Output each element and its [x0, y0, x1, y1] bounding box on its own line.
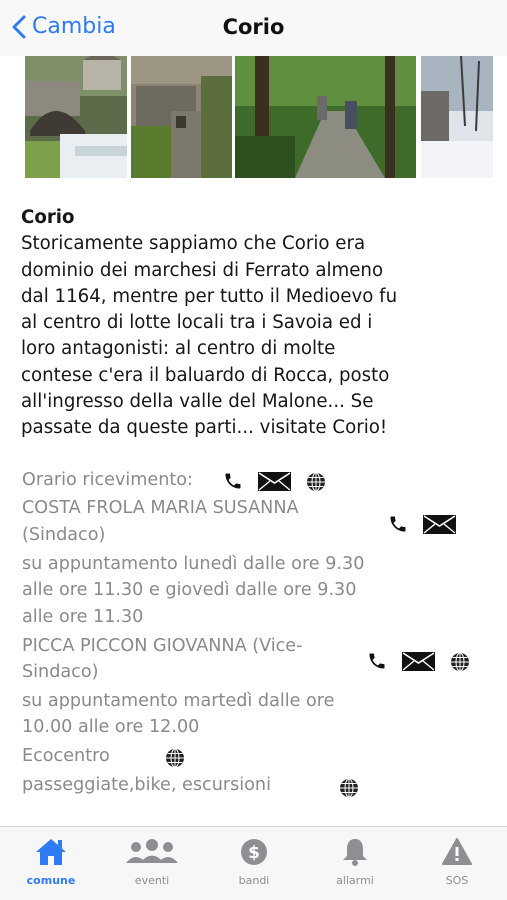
mail-icon[interactable]	[423, 515, 456, 534]
description-line: all'ingresso della valle del Malone... S…	[21, 391, 374, 413]
tab-label: bandi	[238, 874, 270, 887]
ecocentro-label: Ecocentro	[22, 746, 110, 766]
vice-sindaco-hours: su appuntamento martedì dalle ore	[22, 691, 335, 711]
description-line: Storicamente sappiamo che Corio era	[21, 233, 366, 255]
tab-comune[interactable]: comune	[6, 837, 96, 887]
description-line: passate da queste parti... visitate Cori…	[21, 417, 388, 439]
phone-icon[interactable]	[367, 651, 387, 671]
mail-icon[interactable]	[258, 472, 291, 491]
people-icon	[126, 839, 178, 863]
globe-icon[interactable]	[306, 472, 326, 492]
description-line: contese c'era il baluardo di Rocca, post…	[21, 364, 390, 386]
dollar-icon: $	[241, 839, 267, 865]
sindaco-name: COSTA FROLA MARIA SUSANNA	[22, 498, 299, 518]
description: Corio Storicamente sappiamo che Corio er…	[21, 205, 491, 442]
tab-label: SOS	[445, 874, 469, 887]
phone-icon[interactable]	[223, 471, 243, 491]
tab-allarmi[interactable]: allarmi	[310, 837, 400, 887]
description-line: loro antagonisti: al centro di molte	[21, 338, 336, 360]
sindaco-hours: alle ore 11.30 e giovedì dalle ore 9.30	[22, 580, 357, 600]
tab-bar: comune eventi $ bandi allarmi SOS	[0, 826, 507, 900]
mail-icon[interactable]	[402, 652, 435, 671]
vice-sindaco-hours: 10.00 alle ore 12.00	[22, 717, 200, 737]
svg-text:$: $	[248, 843, 260, 863]
photo-waterfall-bridge[interactable]	[25, 56, 127, 178]
tab-sos[interactable]: SOS	[412, 837, 502, 887]
tab-eventi[interactable]: eventi	[107, 837, 197, 887]
photo-gallery[interactable]	[25, 56, 507, 178]
tab-bandi[interactable]: $ bandi	[209, 837, 299, 887]
passeggiate-label: passeggiate,bike, escursioni	[22, 775, 271, 795]
description-title: Corio	[21, 207, 75, 228]
sindaco-role: (Sindaco)	[22, 525, 106, 545]
description-line: al centro di lotte locali tra i Savoia e…	[21, 312, 373, 334]
photo-snowy-village[interactable]	[421, 56, 493, 178]
sindaco-hours: alle ore 11.30	[22, 607, 144, 627]
globe-icon[interactable]	[165, 748, 185, 768]
description-line: dominio dei marchesi di Ferrato almeno	[21, 259, 384, 281]
photo-forest-trail[interactable]	[235, 56, 416, 178]
tab-label: eventi	[134, 874, 170, 887]
globe-icon[interactable]	[339, 778, 359, 798]
sindaco-hours: su appuntamento lunedì dalle ore 9.30	[22, 554, 365, 574]
description-line: dal 1164, mentre per tutto il Medioevo f…	[21, 285, 398, 307]
tab-label: allarmi	[336, 874, 374, 887]
orario-label: Orario ricevimento:	[22, 470, 193, 490]
warning-icon	[442, 838, 472, 865]
bell-icon	[343, 839, 367, 866]
photo-stone-ruins[interactable]	[131, 56, 232, 178]
tab-label: comune	[26, 874, 76, 887]
navigation-bar: Cambia Corio	[0, 0, 507, 56]
page-title: Corio	[222, 15, 285, 39]
home-icon	[36, 839, 66, 865]
phone-icon[interactable]	[388, 514, 408, 534]
globe-icon[interactable]	[450, 652, 470, 672]
